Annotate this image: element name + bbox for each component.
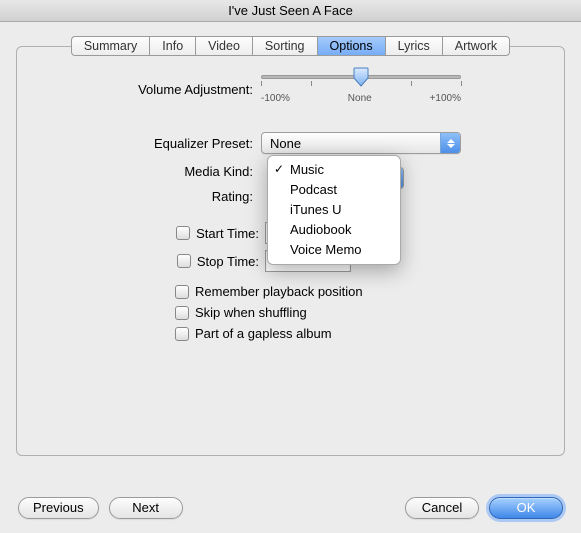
slider-mid: None [348, 93, 372, 104]
skip-checkbox[interactable] [175, 306, 189, 320]
tab-artwork[interactable]: Artwork [442, 36, 510, 56]
mediakind-option-music[interactable]: Music [268, 160, 400, 180]
gapless-checkbox[interactable] [175, 327, 189, 341]
mediakind-option-podcast[interactable]: Podcast [268, 180, 400, 200]
mediakind-option-audiobook[interactable]: Audiobook [268, 220, 400, 240]
equalizer-popup[interactable]: None [261, 132, 461, 154]
gapless-label: Part of a gapless album [195, 326, 332, 341]
remember-checkbox[interactable] [175, 285, 189, 299]
tab-sorting[interactable]: Sorting [252, 36, 317, 56]
equalizer-label: Equalizer Preset: [17, 136, 261, 151]
tab-bar: Summary Info Video Sorting Options Lyric… [16, 36, 565, 56]
stoptime-label: Stop Time: [197, 254, 259, 269]
tab-summary[interactable]: Summary [71, 36, 149, 56]
cancel-button[interactable]: Cancel [405, 497, 479, 519]
previous-button[interactable]: Previous [18, 497, 99, 519]
starttime-label: Start Time: [196, 226, 259, 241]
window-title: I've Just Seen A Face [228, 3, 353, 18]
skip-label: Skip when shuffling [195, 305, 307, 320]
starttime-checkbox[interactable] [176, 226, 190, 240]
mediakind-label: Media Kind: [17, 164, 261, 179]
remember-label: Remember playback position [195, 284, 363, 299]
tab-lyrics[interactable]: Lyrics [385, 36, 442, 56]
slider-thumb-icon[interactable] [353, 67, 369, 87]
window-titlebar: I've Just Seen A Face [0, 0, 581, 22]
volume-label: Volume Adjustment: [17, 82, 261, 97]
tab-video[interactable]: Video [195, 36, 252, 56]
dialog-footer: Previous Next Cancel OK [0, 483, 581, 533]
rating-label: Rating: [17, 189, 261, 204]
tab-options[interactable]: Options [317, 36, 385, 56]
slider-tick-labels: -100% None +100% [261, 93, 461, 104]
tab-info[interactable]: Info [149, 36, 195, 56]
slider-min: -100% [261, 93, 290, 104]
ok-button[interactable]: OK [489, 497, 563, 519]
mediakind-option-itunesu[interactable]: iTunes U [268, 200, 400, 220]
stoptime-checkbox[interactable] [177, 254, 191, 268]
equalizer-value: None [262, 136, 440, 151]
slider-max: +100% [430, 93, 461, 104]
options-panel: Volume Adjustment: -100% None +100% [16, 46, 565, 456]
mediakind-dropdown[interactable]: Music Podcast iTunes U Audiobook Voice M… [267, 155, 401, 265]
mediakind-option-voicememo[interactable]: Voice Memo [268, 240, 400, 260]
next-button[interactable]: Next [109, 497, 183, 519]
updown-arrows-icon [440, 133, 460, 153]
volume-slider[interactable]: -100% None +100% [261, 75, 461, 104]
